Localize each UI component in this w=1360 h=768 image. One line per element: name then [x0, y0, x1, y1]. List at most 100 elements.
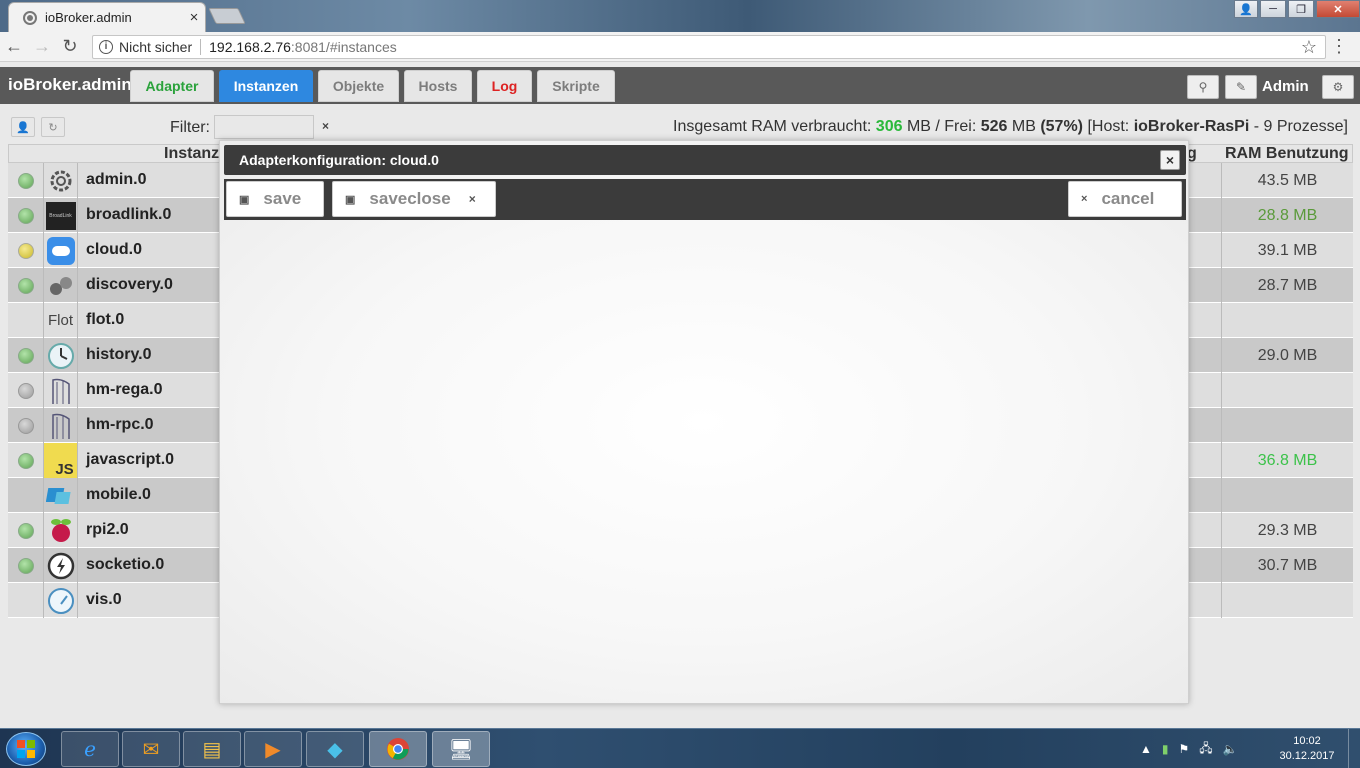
- address-bar[interactable]: i Nicht sicher 192.168.2.76:8081/#instan…: [92, 35, 1326, 59]
- gear-adapter-icon: [43, 163, 78, 198]
- chrome-logo: [387, 738, 409, 760]
- adapter-config-dialog: Adapterkonfiguration: cloud.0 × ▣ save ▣…: [219, 140, 1189, 704]
- instance-name: cloud.0: [86, 241, 143, 258]
- new-tab-button[interactable]: [208, 8, 246, 24]
- cancel-button[interactable]: × cancel: [1068, 181, 1182, 217]
- url-path: :8081/#instances: [290, 39, 397, 55]
- status-led-icon: [18, 558, 34, 574]
- gear-icon[interactable]: ⚙: [1322, 75, 1354, 99]
- forward-arrow-icon[interactable]: →: [28, 34, 56, 60]
- browser-menu-icon[interactable]: ⋮: [1330, 37, 1348, 55]
- dialog-close-icon[interactable]: ×: [1160, 150, 1180, 170]
- windows-logo-icon: [17, 740, 35, 758]
- maximize-button[interactable]: ❐: [1288, 0, 1314, 18]
- save-label: save: [263, 189, 302, 208]
- status-led-icon: [18, 278, 34, 294]
- instance-name: hm-rega.0: [86, 381, 163, 398]
- cloud-icon: [43, 233, 78, 268]
- edit-pencil-icon[interactable]: ✎: [1225, 75, 1257, 99]
- search-icon[interactable]: ⚲: [1187, 75, 1219, 99]
- status-led-icon: [18, 453, 34, 469]
- expert-user-icon[interactable]: 👤: [11, 117, 35, 137]
- tab-skripte[interactable]: Skripte: [537, 70, 615, 102]
- tab-adapter[interactable]: Adapter: [130, 70, 214, 102]
- tab-hosts[interactable]: Hosts: [404, 70, 472, 102]
- close-window-button[interactable]: ✕: [1316, 0, 1360, 18]
- partial-cell: [1189, 478, 1221, 513]
- ram-usage-cell: 28.8 MB: [1221, 198, 1353, 233]
- broadlink-logo-icon: BroadLink: [43, 198, 78, 233]
- status-led-icon: [18, 383, 34, 399]
- instances-toolbar: 👤 ↻ Filter: × Insgesamt RAM verbraucht: …: [0, 104, 1360, 144]
- reload-icon[interactable]: ↻: [56, 34, 84, 60]
- status-led-icon: [18, 348, 34, 364]
- instance-name: flot.0: [86, 311, 125, 328]
- status-led-icon: [18, 173, 34, 189]
- media-player-icon[interactable]: ▶: [244, 731, 302, 767]
- taskbar-clock[interactable]: 10:02 30.12.2017: [1272, 734, 1342, 764]
- browser-tab-title: ioBroker.admin: [45, 10, 132, 25]
- status-led-icon: [18, 523, 34, 539]
- instance-name: mobile.0: [86, 486, 151, 503]
- ram-usage-cell: 39.1 MB: [1221, 233, 1353, 268]
- instance-name: socketio.0: [86, 556, 165, 573]
- refresh-icon[interactable]: ↻: [41, 117, 65, 137]
- status-led-icon: [18, 418, 34, 434]
- browser-tab[interactable]: ioBroker.admin ×: [8, 2, 206, 32]
- minimize-button[interactable]: ─: [1260, 0, 1286, 18]
- internet-explorer-icon[interactable]: ℯ: [61, 731, 119, 767]
- floppy-disk-icon: ▣: [345, 193, 356, 206]
- partial-cell: [1189, 583, 1221, 618]
- saveclose-button[interactable]: ▣ saveclose ×: [332, 181, 496, 217]
- bookmark-star-icon[interactable]: ☆: [1301, 37, 1317, 58]
- status-led-icon: [18, 243, 34, 259]
- user-profile-icon[interactable]: 👤: [1234, 0, 1258, 18]
- ram-usage-cell: [1221, 478, 1353, 513]
- file-explorer-icon[interactable]: ▤: [183, 731, 241, 767]
- dialog-titlebar[interactable]: Adapterkonfiguration: cloud.0 ×: [224, 145, 1186, 175]
- action-center-flag-icon[interactable]: ⚑: [1179, 742, 1190, 756]
- filter-input[interactable]: [214, 115, 314, 139]
- save-button[interactable]: ▣ save: [226, 181, 324, 217]
- show-desktop-button[interactable]: [1348, 729, 1360, 768]
- instance-name: hm-rpc.0: [86, 416, 154, 433]
- tab-instanzen[interactable]: Instanzen: [219, 70, 313, 102]
- volume-icon[interactable]: 🔈: [1223, 742, 1238, 756]
- flot-logo-icon: Flot: [43, 303, 78, 338]
- back-arrow-icon[interactable]: ←: [0, 34, 28, 60]
- filter-clear-icon[interactable]: ×: [322, 119, 329, 133]
- partial-cell: [1189, 513, 1221, 548]
- start-button[interactable]: [6, 732, 46, 766]
- ram-usage-cell: [1221, 583, 1353, 618]
- javascript-logo-icon: JS: [43, 443, 78, 478]
- windows-taskbar: ℯ ✉ ▤ ▶ ◆ 🖥 ▲ ▮ ⚑ 🖧 🔈 10:02 30.12.2017: [0, 728, 1360, 768]
- column-header-instanz[interactable]: Instanz: [164, 145, 219, 163]
- info-icon[interactable]: i: [99, 40, 113, 54]
- user-name[interactable]: Admin: [1262, 78, 1309, 95]
- tray-expand-icon[interactable]: ▲: [1140, 742, 1152, 756]
- binoculars-icon: [43, 268, 78, 303]
- security-label[interactable]: Nicht sicher: [119, 39, 192, 55]
- column-header-ram[interactable]: RAM Benutzung: [1225, 145, 1349, 163]
- kodi-icon[interactable]: ◆: [306, 731, 364, 767]
- system-tray: ▲ ▮ ⚑ 🖧 🔈: [1140, 729, 1238, 768]
- iobroker-favicon-icon: [23, 10, 37, 25]
- ram-usage-cell: [1221, 373, 1353, 408]
- chrome-icon[interactable]: [369, 731, 427, 767]
- instance-name: history.0: [86, 346, 152, 363]
- url-host: 192.168.2.76: [209, 39, 291, 55]
- outlook-icon[interactable]: ✉: [122, 731, 180, 767]
- partial-cell: [1189, 548, 1221, 583]
- raspberry-pi-icon: [43, 513, 78, 548]
- tab-log[interactable]: Log: [477, 70, 532, 102]
- tab-close-icon[interactable]: ×: [183, 9, 205, 26]
- ram-usage-cell: 29.0 MB: [1221, 338, 1353, 373]
- tray-security-icon[interactable]: ▮: [1162, 742, 1169, 756]
- network-icon[interactable]: 🖧: [1199, 739, 1212, 760]
- app-brand: ioBroker.admin: [8, 75, 132, 94]
- remote-desktop-icon[interactable]: 🖥: [432, 731, 490, 767]
- ram-usage-cell: 29.3 MB: [1221, 513, 1353, 548]
- close-icon: ×: [1081, 193, 1088, 205]
- instance-name: rpi2.0: [86, 521, 129, 538]
- tab-objekte[interactable]: Objekte: [318, 70, 399, 102]
